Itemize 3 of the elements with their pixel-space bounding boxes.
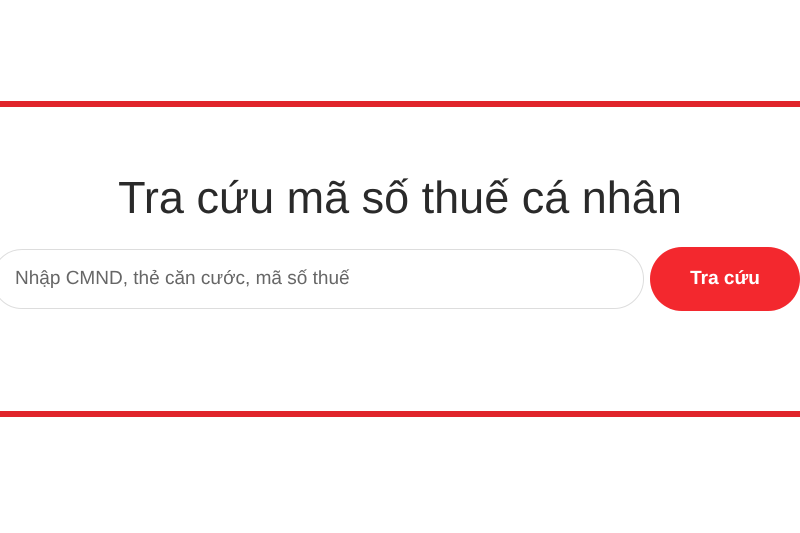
search-button[interactable]: Tra cứu xyxy=(650,247,800,311)
search-field[interactable]: Nhập CMND, thẻ căn cước, mã số thuế xyxy=(0,249,644,309)
page-heading: Tra cứu mã số thuế cá nhân xyxy=(117,171,683,225)
